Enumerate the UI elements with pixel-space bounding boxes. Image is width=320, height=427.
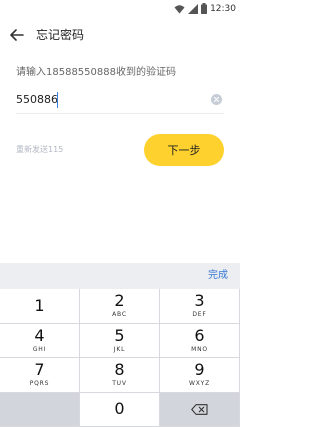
key-digit: 8 xyxy=(114,360,125,380)
key-letters: GHI xyxy=(32,345,47,353)
signal-icon xyxy=(188,0,199,18)
status-time: 12:30 xyxy=(210,3,236,14)
backspace-key[interactable] xyxy=(160,392,240,427)
arrow-left-icon xyxy=(10,26,24,45)
status-icons: 12:30 xyxy=(174,2,236,15)
app-bar: 忘记密码 xyxy=(0,18,240,52)
key-digit: 4 xyxy=(34,325,45,345)
verification-code-input[interactable]: 550886 xyxy=(16,93,58,107)
key-digit: 2 xyxy=(114,291,125,311)
verification-code-field[interactable]: 550886 xyxy=(16,88,224,114)
key-1[interactable]: 1 xyxy=(0,289,80,324)
done-button[interactable]: 完成 xyxy=(208,269,228,283)
key-digit: 1 xyxy=(34,295,45,315)
key-0[interactable]: 0 xyxy=(80,392,160,427)
key-digit: 6 xyxy=(194,325,205,345)
status-bar: 12:30 xyxy=(0,0,240,17)
key-letters: JKL xyxy=(113,345,126,353)
clear-icon xyxy=(214,97,219,102)
text-caret xyxy=(57,92,58,108)
keyboard-toolbar: 完成 xyxy=(0,263,240,289)
key-letters: DEF xyxy=(192,311,207,319)
wifi-icon xyxy=(174,0,185,18)
backspace-icon xyxy=(191,403,208,415)
key-6[interactable]: 6 MNO xyxy=(160,323,240,358)
key-digit: 0 xyxy=(114,399,125,419)
key-7[interactable]: 7 PQRS xyxy=(0,358,80,393)
key-letters: ABC xyxy=(112,311,127,319)
key-9[interactable]: 9 WXYZ xyxy=(160,358,240,393)
keypad: 1 2 ABC 3 DEF 4 GHI 5 JKL 6 MNO 7 PQRS 8… xyxy=(0,289,240,427)
key-4[interactable]: 4 GHI xyxy=(0,323,80,358)
key-8[interactable]: 8 TUV xyxy=(80,358,160,393)
resend-countdown: 重新发送115 xyxy=(16,145,64,154)
key-digit: 3 xyxy=(194,291,205,311)
key-letters: WXYZ xyxy=(188,380,211,388)
key-3[interactable]: 3 DEF xyxy=(160,289,240,324)
numeric-keyboard: 完成 1 2 ABC 3 DEF 4 GHI 5 JKL 6 MNO 7 PQR… xyxy=(0,263,240,427)
next-step-button[interactable]: 下一步 xyxy=(144,134,224,166)
code-hint: 请输入18588550888收到的验证码 xyxy=(16,67,176,78)
key-letters: PQRS xyxy=(29,380,50,388)
key-digit: 5 xyxy=(114,325,125,345)
key-5[interactable]: 5 JKL xyxy=(80,323,160,358)
key-digit: 9 xyxy=(194,360,205,380)
key-letters: MNO xyxy=(191,345,208,353)
battery-icon xyxy=(201,0,208,18)
key-letters: TUV xyxy=(112,380,127,388)
key-2[interactable]: 2 ABC xyxy=(80,289,160,324)
clear-button[interactable] xyxy=(211,94,222,105)
back-button[interactable] xyxy=(8,26,26,44)
key-blank xyxy=(0,392,80,427)
key-digit: 7 xyxy=(34,360,45,380)
page-title: 忘记密码 xyxy=(36,28,85,42)
